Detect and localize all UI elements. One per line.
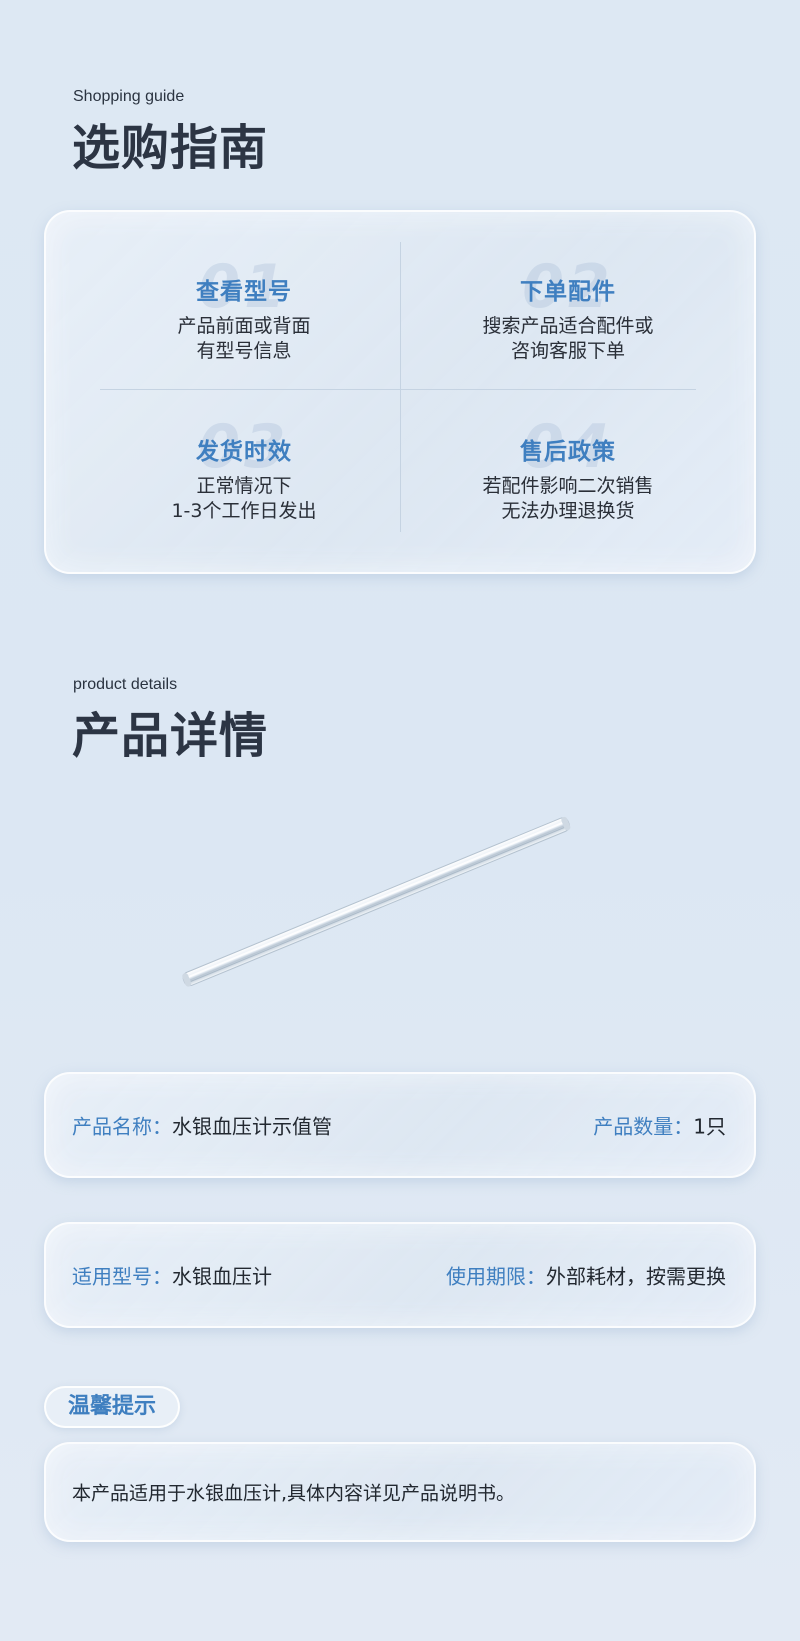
product-usage-card: 适用型号：水银血压计 使用期限：外部耗材，按需更换 [44,1222,756,1328]
compatible-model-value: 水银血压计 [172,1264,272,1289]
divider-horizontal [100,389,696,390]
shopping-guide-card: 01 查看型号 产品前面或背面 有型号信息 02 下单配件 搜索产品适合配件或 … [44,210,756,574]
step-description: 搜索产品适合配件或 咨询客服下单 [482,315,654,362]
product-name-label: 产品名称： [72,1114,172,1139]
step-description: 若配件影响二次销售 无法办理退换货 [482,475,654,522]
product-quantity-field: 产品数量：1只 [593,1111,726,1140]
product-name-value: 水银血压计示值管 [172,1114,332,1139]
guide-step-check-model: 01 查看型号 产品前面或背面 有型号信息 [94,252,394,364]
usage-period-field: 使用期限：外部耗材，按需更换 [446,1261,726,1290]
divider-vertical [400,242,401,532]
guide-step-after-sales: 04 售后政策 若配件影响二次销售 无法办理退换货 [418,412,718,524]
product-quantity-value: 1只 [693,1114,726,1139]
glass-tube-icon [182,816,571,987]
step-description: 产品前面或背面 有型号信息 [177,315,311,362]
product-image [180,795,600,995]
guide-title: 选购指南 [72,120,269,176]
product-name-field: 产品名称：水银血压计示值管 [72,1111,332,1140]
usage-period-label: 使用期限： [446,1264,546,1289]
details-eyebrow: product details [73,676,178,693]
step-title: 下单配件 [520,279,616,305]
compatible-model-label: 适用型号： [72,1264,172,1289]
usage-period-value: 外部耗材，按需更换 [546,1264,726,1289]
step-title: 发货时效 [196,439,292,465]
tips-badge: 温馨提示 [44,1386,180,1428]
product-info-card: 产品名称：水银血压计示值管 产品数量：1只 [44,1072,756,1178]
details-title: 产品详情 [72,708,269,764]
tips-text: 本产品适用于水银血压计,具体内容详见产品说明书。 [72,1482,516,1505]
guide-eyebrow: Shopping guide [73,88,185,105]
product-quantity-label: 产品数量： [593,1114,694,1139]
step-description: 正常情况下 1-3个工作日发出 [171,475,317,522]
compatible-model-field: 适用型号：水银血压计 [72,1261,272,1290]
step-title: 售后政策 [520,439,616,465]
step-title: 查看型号 [196,279,292,305]
guide-step-order: 02 下单配件 搜索产品适合配件或 咨询客服下单 [418,252,718,364]
tips-card: 本产品适用于水银血压计,具体内容详见产品说明书。 [44,1442,756,1542]
guide-step-shipping: 03 发货时效 正常情况下 1-3个工作日发出 [94,412,394,524]
